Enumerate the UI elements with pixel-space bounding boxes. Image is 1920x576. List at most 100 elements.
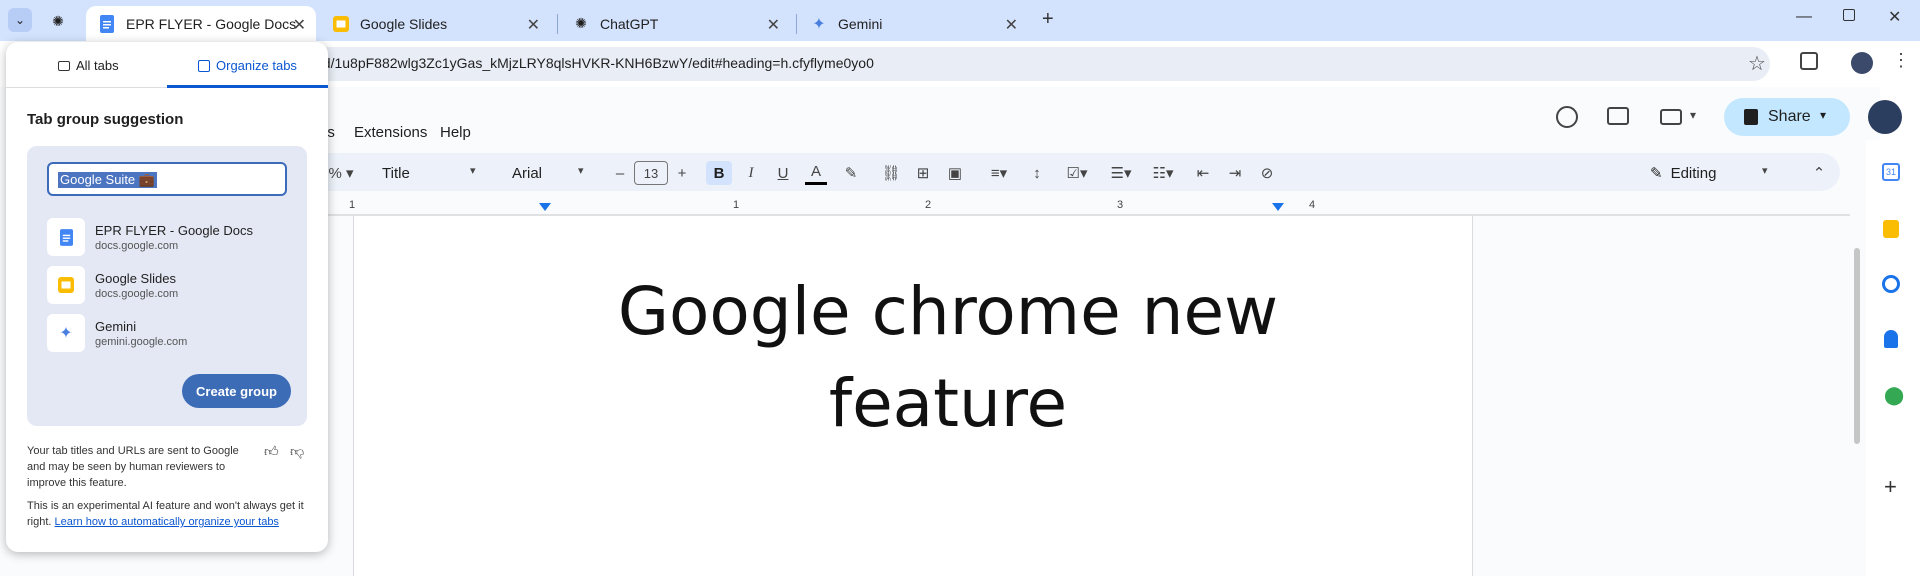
decrease-indent-icon[interactable]: ⇤ — [1192, 161, 1214, 185]
tab-title: EPR FLYER - Google Docs — [126, 15, 297, 32]
chevron-down-icon: ▾ — [470, 165, 476, 177]
share-dropdown-icon[interactable]: ▾ — [1820, 108, 1826, 122]
chatgpt-icon: ✺ — [575, 15, 587, 31]
document-title-line: feature — [828, 365, 1068, 442]
highlight-icon[interactable]: ✎ — [840, 161, 862, 185]
privacy-disclaimer: Your tab titles and URLs are sent to Goo… — [27, 445, 239, 489]
active-tab-indicator — [167, 85, 328, 88]
thumbs-down-icon[interactable]: 👎︎ — [290, 443, 304, 460]
font-size-input[interactable]: 13 — [634, 161, 668, 185]
extensions-icon[interactable] — [1800, 52, 1818, 70]
pinned-tab-chatgpt[interactable]: ✺ — [48, 11, 68, 31]
keep-icon[interactable] — [1883, 220, 1899, 238]
increase-font-size-icon[interactable]: + — [672, 161, 692, 185]
organize-icon — [198, 59, 210, 72]
italic-icon[interactable]: I — [740, 161, 762, 185]
line-spacing-icon[interactable]: ↕ — [1026, 161, 1048, 185]
editing-mode-select[interactable]: ✎ Editing — [1650, 161, 1780, 185]
chevron-down-icon: ▾ — [578, 165, 584, 177]
profile-avatar[interactable] — [1851, 52, 1873, 74]
tab-search-button[interactable]: ⌄ — [8, 8, 32, 32]
tab-google-slides[interactable]: Google Slides ✕ — [320, 6, 550, 41]
menu-extensions[interactable]: Extensions — [354, 124, 427, 141]
minimize-icon[interactable]: — — [1796, 8, 1812, 26]
tab-organize-tabs-label: Organize tabs — [216, 58, 297, 73]
create-group-button[interactable]: Create group — [182, 374, 291, 408]
ruler — [300, 214, 1850, 216]
document-title-line: Google chrome new — [617, 273, 1279, 350]
suggestion-url: docs.google.com — [95, 287, 179, 300]
text-color-icon[interactable]: A — [805, 161, 827, 185]
suggestion-item[interactable]: ✦ Gemini gemini.google.com — [47, 314, 187, 352]
bulleted-list-icon[interactable]: ☰▾ — [1104, 161, 1138, 185]
share-label: Share — [1768, 108, 1811, 125]
editing-mode-value: Editing — [1670, 164, 1717, 182]
menu-kebab-icon[interactable]: ⋮ — [1892, 50, 1910, 71]
suggestion-item[interactable]: Google Slides docs.google.com — [47, 266, 178, 304]
font-size-value: 13 — [643, 165, 659, 181]
ruler-number: 1 — [733, 199, 740, 211]
right-indent-marker[interactable] — [1272, 203, 1284, 211]
close-icon[interactable]: ✕ — [1005, 15, 1018, 35]
close-icon[interactable]: ✕ — [767, 15, 780, 35]
checklist-icon[interactable]: ☑▾ — [1060, 161, 1094, 185]
contacts-icon[interactable] — [1884, 330, 1898, 348]
suggestion-title: EPR FLYER - Google Docs — [95, 222, 253, 238]
clear-formatting-icon[interactable]: ⊘ — [1256, 161, 1278, 185]
menu-help[interactable]: Help — [440, 124, 471, 141]
url-text[interactable]: t/d/1u8pF882wlg3Zc1yGas_kMjzLRY8qlsHVKR-… — [315, 55, 874, 71]
bookmark-star-icon[interactable]: ☆ — [1748, 51, 1766, 76]
tab-epr-flyer[interactable]: EPR FLYER - Google Docs ✕ — [86, 6, 316, 41]
thumbs-up-icon[interactable]: 👍︎ — [264, 443, 279, 460]
bold-icon[interactable]: B — [706, 161, 732, 185]
numbered-list-icon[interactable]: ☷▾ — [1146, 161, 1180, 185]
meet-icon[interactable] — [1660, 109, 1682, 125]
close-icon[interactable]: ✕ — [527, 15, 540, 35]
zoom-select[interactable]: % ▾ — [326, 161, 356, 185]
google-docs-icon — [47, 218, 85, 256]
chevron-down-icon[interactable]: ▾ — [1690, 108, 1696, 122]
scrollbar-thumb[interactable] — [1854, 248, 1860, 444]
google-slides-icon — [47, 266, 85, 304]
tab-title: Google Slides — [360, 15, 448, 32]
add-addon-icon[interactable]: + — [1884, 474, 1897, 500]
link-icon[interactable]: ⛓ — [880, 161, 902, 185]
new-tab-icon[interactable]: + — [1042, 8, 1054, 31]
tab-title: ChatGPT — [600, 15, 659, 32]
account-avatar[interactable] — [1868, 100, 1902, 134]
maps-icon[interactable]: ⬤ — [1884, 385, 1904, 406]
ruler-number: 1 — [349, 199, 356, 211]
tasks-icon[interactable] — [1882, 275, 1900, 293]
learn-more-link[interactable]: Learn how to automatically organize your… — [55, 516, 279, 528]
side-panel — [1866, 140, 1920, 576]
decrease-font-size-icon[interactable]: – — [610, 161, 630, 185]
insert-image-icon[interactable]: ▣ — [944, 161, 966, 185]
add-comment-icon[interactable]: ⊞ — [912, 161, 934, 185]
tab-organize-tabs[interactable]: Organize tabs — [198, 58, 297, 73]
close-window-icon[interactable]: ✕ — [1888, 7, 1901, 27]
calendar-icon[interactable]: 31 — [1882, 163, 1900, 181]
history-icon[interactable] — [1556, 106, 1578, 128]
google-slides-icon — [332, 15, 350, 33]
style-value: Title — [382, 164, 410, 182]
left-indent-marker[interactable] — [539, 203, 551, 211]
increase-indent-icon[interactable]: ⇥ — [1224, 161, 1246, 185]
zoom-value: % — [328, 164, 342, 182]
suggestion-url: docs.google.com — [95, 239, 179, 252]
style-select[interactable]: Title — [374, 161, 484, 185]
close-icon[interactable]: ✕ — [293, 15, 306, 35]
collapse-menus-icon[interactable]: ⌃ — [1808, 161, 1830, 185]
group-name-input[interactable]: Google Suite 💼 — [47, 162, 287, 196]
tab-gemini[interactable]: ✦ Gemini ✕ — [798, 6, 1028, 41]
restore-icon[interactable] — [1843, 9, 1855, 21]
ruler-number: 2 — [925, 199, 932, 211]
underline-icon[interactable]: U — [772, 161, 794, 185]
comments-icon[interactable] — [1607, 107, 1629, 125]
ruler-number: 4 — [1309, 199, 1316, 211]
suggestion-item[interactable]: EPR FLYER - Google Docs docs.google.com — [47, 218, 253, 256]
tab-chatgpt[interactable]: ✺ ChatGPT ✕ — [560, 6, 790, 41]
document-title-text[interactable]: Google chrome new feature — [353, 266, 1543, 450]
align-icon[interactable]: ≡▾ — [984, 161, 1014, 185]
share-button[interactable]: Share — [1724, 98, 1850, 136]
tab-all-tabs[interactable]: All tabs — [58, 58, 119, 73]
